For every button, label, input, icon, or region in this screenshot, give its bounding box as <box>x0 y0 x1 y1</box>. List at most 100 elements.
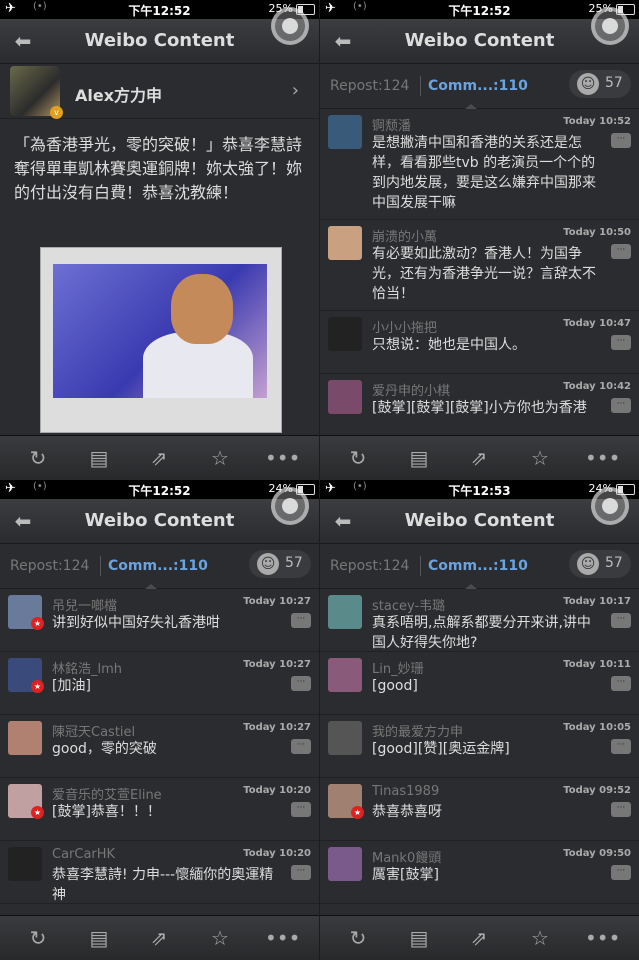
avatar[interactable] <box>328 658 362 692</box>
reply-icon[interactable]: ··· <box>291 865 311 880</box>
avatar[interactable] <box>8 721 42 755</box>
tab-comments[interactable]: Comm...:110 <box>428 78 528 94</box>
assistive-touch-button[interactable] <box>591 487 629 525</box>
comment-author[interactable]: stacey-韦璐 <box>372 595 445 614</box>
assistive-touch-button[interactable] <box>591 7 629 45</box>
comment-text: good，零的突破 <box>52 741 157 757</box>
comment-list: ★ 吊兒一啷檔 Today 10:27 ··· 讲到好似中国好失礼香港咁 ★ 林銘浩_lmh… <box>0 589 319 904</box>
comment-author[interactable]: 林銘浩_lmh <box>52 658 122 677</box>
refresh-icon[interactable]: ↻ <box>23 446 53 470</box>
comment-author[interactable]: 崩溃的小萬 <box>372 226 437 245</box>
share-icon[interactable]: ⇗ <box>464 446 494 470</box>
reply-icon[interactable]: ··· <box>611 676 631 691</box>
share-icon[interactable]: ⇗ <box>464 926 494 950</box>
more-icon[interactable]: ••• <box>585 446 620 470</box>
comment-row[interactable]: stacey-韦璐 Today 10:17 ··· 真系唔明,点解系都要分开来讲,讲中… <box>320 589 639 652</box>
comment-row[interactable]: 我的最爱方力申 Today 10:05 ··· [good][赞][奥运金牌] <box>320 715 639 778</box>
comment-author[interactable]: 陳冠天Castiel <box>52 721 135 740</box>
tab-repost[interactable]: Repost:124 <box>330 78 409 94</box>
comment-time: Today 10:11 <box>563 659 631 670</box>
comment-author[interactable]: 我的最爱方力申 <box>372 721 463 740</box>
comment-icon[interactable]: ▤ <box>404 926 434 950</box>
tab-repost[interactable]: Repost:124 <box>10 558 89 574</box>
comment-icon[interactable]: ▤ <box>84 446 114 470</box>
reply-icon[interactable]: ··· <box>291 802 311 817</box>
comment-row[interactable]: ★ 吊兒一啷檔 Today 10:27 ··· 讲到好似中国好失礼香港咁 <box>0 589 319 652</box>
comment-tabs: Repost:124 Comm...:110 ☺ 57 <box>0 544 319 589</box>
comment-list: 锕颓潘 Today 10:52 ··· 是想撇清中国和香港的关系还是怎样，看看那些tv… <box>320 109 639 445</box>
comment-author[interactable]: Tinas1989 <box>372 784 439 799</box>
assistive-touch-button[interactable] <box>271 7 309 45</box>
comment-text: [鼓掌]恭喜！！！ <box>52 804 161 820</box>
comment-row[interactable]: 锕颓潘 Today 10:52 ··· 是想撇清中国和香港的关系还是怎样，看看那些tv… <box>320 109 639 220</box>
reply-icon[interactable]: ··· <box>611 398 631 413</box>
star-icon[interactable]: ☆ <box>525 926 555 950</box>
comment-author[interactable]: 小小小拖把 <box>372 317 437 336</box>
refresh-icon[interactable]: ↻ <box>23 926 53 950</box>
avatar[interactable] <box>8 847 42 881</box>
reply-icon[interactable]: ··· <box>291 739 311 754</box>
tab-repost[interactable]: Repost:124 <box>330 558 409 574</box>
reply-icon[interactable]: ··· <box>291 676 311 691</box>
comment-row[interactable]: 崩溃的小萬 Today 10:50 ··· 有必要如此激动？香港人！为国争光，还有为香… <box>320 220 639 311</box>
comment-row[interactable]: ★ 林銘浩_lmh Today 10:27 ··· [加油] <box>0 652 319 715</box>
comment-time: Today 10:20 <box>243 785 311 796</box>
avatar[interactable] <box>328 317 362 351</box>
comment-icon[interactable]: ▤ <box>84 926 114 950</box>
comment-row[interactable]: Lin_妙珊 Today 10:11 ··· [good] <box>320 652 639 715</box>
reply-icon[interactable]: ··· <box>611 335 631 350</box>
comment-author[interactable]: 爱丹申的小棋 <box>372 380 450 399</box>
post-image[interactable] <box>40 247 282 433</box>
refresh-icon[interactable]: ↻ <box>343 926 373 950</box>
like-button[interactable]: ☺ 57 <box>249 550 311 578</box>
avatar[interactable] <box>328 115 362 149</box>
smiley-icon: ☺ <box>577 553 599 575</box>
comment-author[interactable]: Mank0饅頭 <box>372 847 441 866</box>
comment-row[interactable]: 陳冠天Castiel Today 10:27 ··· good，零的突破 <box>0 715 319 778</box>
comment-author[interactable]: 爱音乐的艾萱Eline <box>52 784 162 803</box>
avatar[interactable] <box>328 721 362 755</box>
like-button[interactable]: ☺ 57 <box>569 70 631 98</box>
comment-row[interactable]: 小小小拖把 Today 10:47 ··· 只想说：她也是中国人。 <box>320 311 639 374</box>
comment-author[interactable]: 锕颓潘 <box>372 115 411 134</box>
nav-bar: ⬅ Weibo Content <box>320 487 639 544</box>
reply-icon[interactable]: ··· <box>611 802 631 817</box>
star-icon[interactable]: ☆ <box>205 446 235 470</box>
author-row[interactable]: v Alex方力申 › <box>0 64 319 119</box>
reply-icon[interactable]: ··· <box>611 133 631 148</box>
tab-comments[interactable]: Comm...:110 <box>428 558 528 574</box>
share-icon[interactable]: ⇗ <box>144 926 174 950</box>
comment-text: [good][赞][奥运金牌] <box>372 741 510 757</box>
comment-icon[interactable]: ▤ <box>404 446 434 470</box>
nav-bar: ⬅ Weibo Content <box>0 7 319 64</box>
more-icon[interactable]: ••• <box>265 926 300 950</box>
star-icon[interactable]: ☆ <box>205 926 235 950</box>
comment-author[interactable]: CarCarHK <box>52 847 115 862</box>
comment-text: [good] <box>372 678 418 694</box>
reply-icon[interactable]: ··· <box>611 865 631 880</box>
comment-author[interactable]: 吊兒一啷檔 <box>52 595 117 614</box>
photo-content <box>53 264 267 398</box>
avatar[interactable] <box>328 847 362 881</box>
star-icon[interactable]: ☆ <box>525 446 555 470</box>
vip-badge-icon: ★ <box>351 806 364 819</box>
avatar[interactable] <box>328 595 362 629</box>
like-button[interactable]: ☺ 57 <box>569 550 631 578</box>
more-icon[interactable]: ••• <box>265 446 300 470</box>
reply-icon[interactable]: ··· <box>291 613 311 628</box>
assistive-touch-button[interactable] <box>271 487 309 525</box>
avatar[interactable] <box>328 380 362 414</box>
comment-row[interactable]: Mank0饅頭 Today 09:50 ··· 厲害[鼓掌] <box>320 841 639 904</box>
more-icon[interactable]: ••• <box>585 926 620 950</box>
comment-row[interactable]: ★ Tinas1989 Today 09:52 ··· 恭喜恭喜呀 <box>320 778 639 841</box>
comment-row[interactable]: CarCarHK Today 10:20 ··· 恭喜李慧詩! 力申---懷緬你的奧運… <box>0 841 319 904</box>
reply-icon[interactable]: ··· <box>611 613 631 628</box>
share-icon[interactable]: ⇗ <box>144 446 174 470</box>
avatar[interactable] <box>328 226 362 260</box>
reply-icon[interactable]: ··· <box>611 244 631 259</box>
comment-row[interactable]: ★ 爱音乐的艾萱Eline Today 10:20 ··· [鼓掌]恭喜！！！ <box>0 778 319 841</box>
tab-comments[interactable]: Comm...:110 <box>108 558 208 574</box>
refresh-icon[interactable]: ↻ <box>343 446 373 470</box>
comment-author[interactable]: Lin_妙珊 <box>372 658 424 677</box>
reply-icon[interactable]: ··· <box>611 739 631 754</box>
